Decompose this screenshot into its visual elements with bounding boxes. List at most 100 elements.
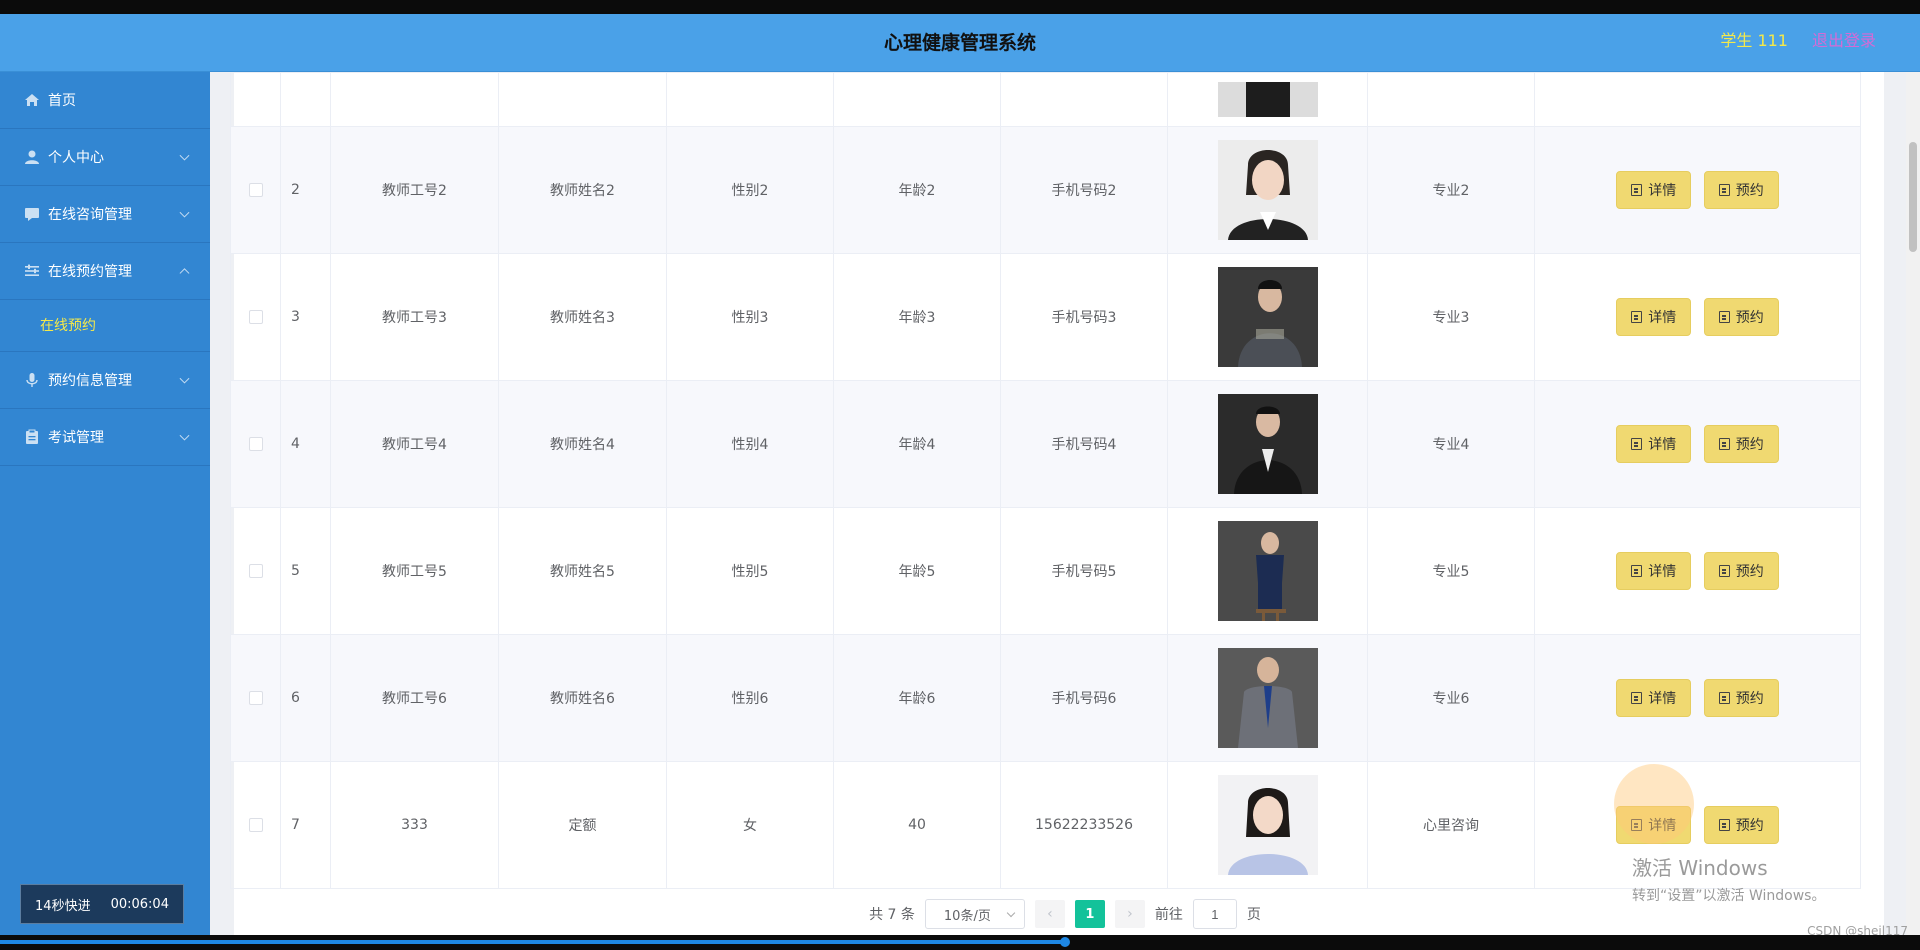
teacher-id: 教师工号3 (330, 253, 499, 381)
window-top-bar (0, 0, 1920, 14)
teacher-table: 2 教师工号2 教师姓名2 性别2 年龄2 手机号码2 专业2 详情 预约 3 … (230, 72, 1861, 889)
page-scrollbar[interactable] (1906, 72, 1920, 935)
document-icon (1631, 438, 1643, 450)
book-button[interactable]: 预约 (1703, 679, 1779, 717)
teacher-name: 教师姓名5 (498, 507, 667, 635)
book-label: 预约 (1735, 310, 1764, 326)
teacher-major: 专业3 (1367, 253, 1535, 381)
clipboard-icon (24, 429, 40, 445)
video-progress-bar[interactable] (0, 935, 1920, 950)
teacher-phone: 手机号码6 (1000, 634, 1168, 762)
chevron-down-icon (179, 430, 190, 441)
progress-handle[interactable] (1060, 937, 1070, 947)
teacher-age: 40 (833, 761, 1001, 889)
detail-label: 详情 (1648, 437, 1677, 453)
teacher-photo (1167, 507, 1368, 635)
teacher-name: 教师姓名2 (498, 126, 667, 254)
sidebar-item-home[interactable]: 首页 (0, 72, 210, 129)
sidebar-item-booking-info[interactable]: 预约信息管理 (0, 352, 210, 409)
teacher-id: 教师工号6 (330, 634, 499, 762)
goto-page-input[interactable] (1192, 899, 1237, 929)
row-checkbox[interactable] (248, 564, 263, 578)
teacher-major: 专业4 (1367, 380, 1535, 508)
book-label: 预约 (1735, 818, 1764, 834)
teacher-gender: 性别6 (666, 634, 834, 762)
sidebar-item-label: 个人中心 (48, 150, 104, 166)
teacher-photo (1167, 72, 1368, 127)
teacher-gender: 性别3 (666, 253, 834, 381)
book-button[interactable]: 预约 (1703, 171, 1779, 209)
sidebar-item-label: 在线咨询管理 (48, 207, 132, 223)
teacher-name: 教师姓名3 (498, 253, 667, 381)
teacher-id: 333 (330, 761, 499, 889)
detail-button[interactable]: 详情 (1616, 552, 1692, 590)
row-checkbox[interactable] (248, 310, 263, 324)
teacher-major: 专业2 (1367, 126, 1535, 254)
teacher-gender: 女 (666, 761, 834, 889)
row-index: 5 (280, 507, 331, 635)
home-icon (24, 92, 40, 108)
page-suffix: 页 (1246, 907, 1261, 923)
chevron-down-icon (1006, 908, 1016, 918)
document-icon (1718, 438, 1730, 450)
row-checkbox[interactable] (248, 437, 263, 451)
sidebar-item-consult[interactable]: 在线咨询管理 (0, 186, 210, 243)
page-number-button[interactable]: 1 (1074, 900, 1105, 928)
playback-speed-badge: 14秒快进 00:06:04 (20, 884, 184, 924)
book-label: 预约 (1735, 564, 1764, 580)
detail-label: 详情 (1648, 564, 1677, 580)
row-checkbox[interactable] (248, 691, 263, 705)
book-label: 预约 (1735, 437, 1764, 453)
chevron-up-icon (179, 268, 190, 279)
detail-button[interactable]: 详情 (1616, 298, 1692, 336)
user-icon (24, 149, 40, 165)
detail-button[interactable]: 详情 (1616, 425, 1692, 463)
page-size-select[interactable]: 10条/页 (924, 899, 1025, 929)
teacher-phone: 15622233526 (1000, 761, 1168, 889)
row-checkbox[interactable] (248, 183, 263, 197)
teacher-id: 教师工号5 (330, 507, 499, 635)
row-index: 7 (280, 761, 331, 889)
detail-button[interactable]: 详情 (1616, 679, 1692, 717)
teacher-name: 定额 (498, 761, 667, 889)
teacher-photo (1167, 634, 1368, 762)
sidebar-item-exam[interactable]: 考试管理 (0, 409, 210, 466)
teacher-id: 教师工号4 (330, 380, 499, 508)
sidebar-subitem-online-booking[interactable]: 在线预约 (0, 300, 210, 352)
table-row: 6 教师工号6 教师姓名6 性别6 年龄6 手机号码6 专业6 详情 预约 (230, 634, 1861, 762)
sidebar-item-label: 首页 (48, 93, 76, 109)
sidebar-item-profile[interactable]: 个人中心 (0, 129, 210, 186)
prev-page-button[interactable]: ‹ (1034, 900, 1065, 928)
sidebar-item-booking-mgmt[interactable]: 在线预约管理 (0, 243, 210, 300)
teacher-gender: 性别5 (666, 507, 834, 635)
teacher-age: 年龄6 (833, 634, 1001, 762)
detail-button[interactable]: 详情 (1616, 171, 1692, 209)
detail-button[interactable]: 详情 (1616, 806, 1692, 844)
teacher-phone: 手机号码4 (1000, 380, 1168, 508)
chevron-down-icon (179, 150, 190, 161)
row-index: 2 (280, 126, 331, 254)
table-row: 3 教师工号3 教师姓名3 性别3 年龄3 手机号码3 专业3 详情 预约 (230, 253, 1861, 381)
logout-link[interactable]: 退出登录 (1812, 14, 1876, 68)
book-button[interactable]: 预约 (1703, 806, 1779, 844)
detail-label: 详情 (1648, 310, 1677, 326)
teacher-age: 年龄3 (833, 253, 1001, 381)
next-page-button[interactable]: › (1114, 900, 1145, 928)
book-button[interactable]: 预约 (1703, 552, 1779, 590)
book-button[interactable]: 预约 (1703, 298, 1779, 336)
document-icon (1718, 819, 1730, 831)
document-icon (1631, 565, 1643, 577)
row-checkbox[interactable] (248, 818, 263, 832)
teacher-age: 年龄2 (833, 126, 1001, 254)
current-user: 学生 111 (1720, 31, 1788, 50)
table-row: 5 教师工号5 教师姓名5 性别5 年龄5 手机号码5 专业5 详情 预约 (230, 507, 1861, 635)
row-index: 3 (280, 253, 331, 381)
table-row (230, 72, 1861, 127)
teacher-photo (1167, 253, 1368, 381)
teacher-id: 教师工号2 (330, 126, 499, 254)
teacher-photo (1167, 761, 1368, 889)
scrollbar-thumb[interactable] (1909, 142, 1917, 252)
document-icon (1718, 692, 1730, 704)
teacher-photo (1167, 126, 1368, 254)
book-button[interactable]: 预约 (1703, 425, 1779, 463)
